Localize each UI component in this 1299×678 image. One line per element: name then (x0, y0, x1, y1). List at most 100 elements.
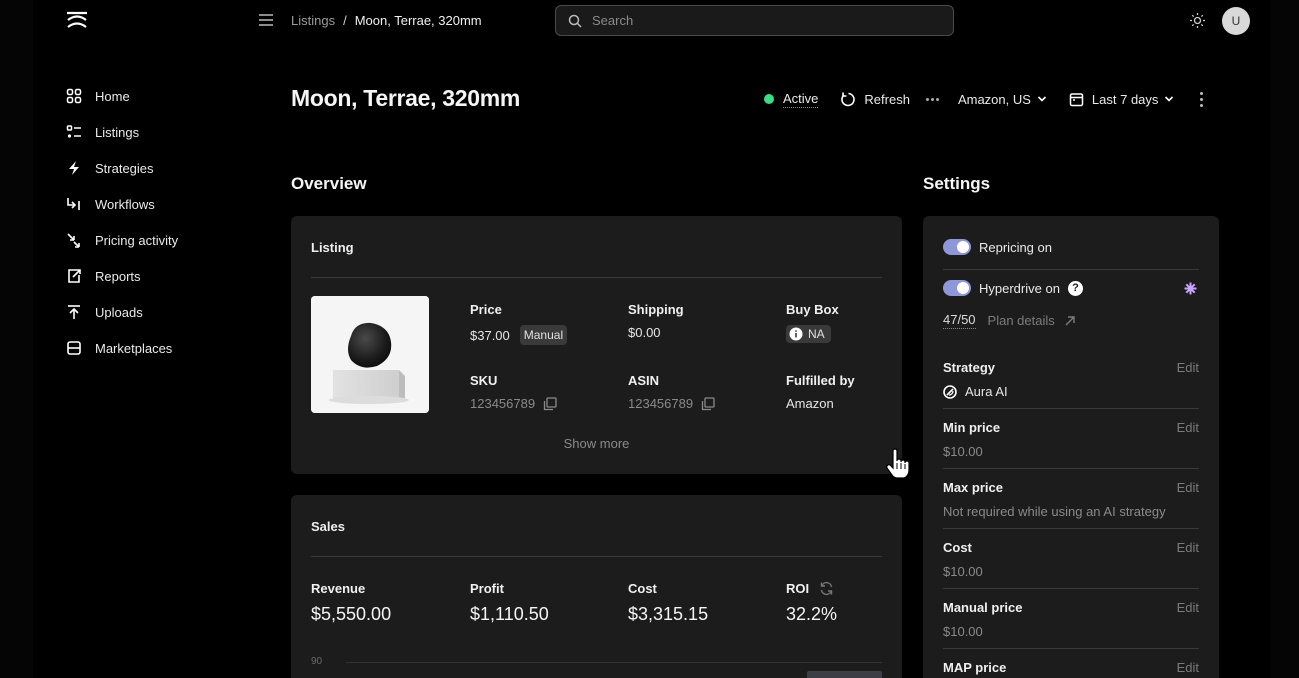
status-badge[interactable]: Active (764, 90, 819, 108)
strategy-setting: Strategy Aura AI Edit (943, 360, 1199, 399)
list-icon (66, 125, 81, 138)
date-range-label: Last 7 days (1091, 91, 1159, 107)
hyperdrive-label: Hyperdrive on (979, 280, 1060, 296)
chevron-down-icon (1037, 96, 1046, 102)
ai-strategy-icon (943, 384, 957, 399)
edit-min-price-button[interactable]: Edit (1177, 420, 1199, 435)
right-gutter (1270, 0, 1299, 678)
date-range-select[interactable]: Last 7 days (1069, 92, 1175, 107)
info-icon (789, 327, 803, 341)
settings-card: Repricing on Hyperdrive on ? 47/50 Plan … (923, 216, 1219, 678)
help-icon[interactable]: ? (1067, 280, 1083, 296)
buybox-field: Buy Box NA (786, 302, 839, 343)
repricing-toggle[interactable] (943, 239, 971, 255)
price-field: Price $37.00 Manual (470, 302, 568, 345)
edit-map-price-button[interactable]: Edit (1177, 660, 1199, 675)
listing-card: Listing Price $37.00 Manual Shipping $0.… (291, 216, 902, 474)
breadcrumb-current: Moon, Terrae, 320mm (354, 13, 482, 28)
profit-metric: Profit $1,110.50 (470, 581, 549, 625)
header-actions: Active Refresh Amazon, US Last 7 days (764, 88, 1204, 110)
cost-metric: Cost $3,315.15 (628, 581, 708, 625)
sidebar-item-label: Pricing activity (95, 232, 179, 248)
breadcrumb: Listings / Moon, Terrae, 320mm (291, 13, 482, 28)
min-price-value: $10.00 (943, 444, 983, 459)
workflow-icon (67, 198, 80, 210)
logo-icon[interactable] (66, 10, 88, 32)
edit-manual-price-button[interactable]: Edit (1177, 600, 1199, 615)
plan-usage-count: 47/50 (943, 312, 976, 329)
upload-icon (68, 305, 80, 319)
sidebar-item-label: Uploads (95, 304, 143, 320)
strategy-label: Strategy (943, 360, 996, 375)
sidebar-item-listings[interactable]: Listings (66, 114, 246, 150)
more-vertical-icon[interactable] (1200, 91, 1204, 107)
sidebar-item-uploads[interactable]: Uploads (66, 294, 246, 330)
copy-icon[interactable] (543, 396, 557, 411)
pricing-activity-icon (67, 233, 80, 248)
marketplace-label: Amazon, US (957, 91, 1031, 107)
menu-icon[interactable] (258, 13, 274, 27)
product-image (311, 296, 429, 413)
buybox-label: Buy Box (786, 302, 839, 317)
chart-gridline (346, 662, 882, 663)
sidebar-item-marketplaces[interactable]: Marketplaces (66, 330, 246, 366)
max-price-setting: Max price Not required while using an AI… (943, 480, 1199, 519)
marketplace-select[interactable]: Amazon, US (958, 92, 1047, 107)
fulfilled-field: Fulfilled by Amazon (786, 373, 855, 411)
card-divider (311, 556, 882, 557)
max-price-label: Max price (943, 480, 1003, 495)
fulfilled-label: Fulfilled by (786, 373, 855, 388)
more-horizontal-icon[interactable] (925, 97, 942, 101)
sidebar-item-workflows[interactable]: Workflows (66, 186, 246, 222)
sidebar-item-label: Workflows (95, 196, 155, 212)
settings-divider (943, 588, 1199, 589)
show-more-button[interactable]: Show more (291, 436, 902, 451)
breadcrumb-separator: / (343, 13, 347, 28)
listing-card-title: Listing (311, 240, 354, 255)
refresh-icon (841, 92, 856, 106)
sku-field: SKU 123456789 (470, 373, 557, 411)
sales-card: Sales Revenue $5,550.00 Profit $1,110.50… (291, 495, 902, 678)
buybox-value: NA (808, 327, 825, 341)
max-price-value: Not required while using an AI strategy (943, 504, 1166, 519)
refresh-button[interactable]: Refresh (841, 92, 910, 107)
revenue-value: $5,550.00 (311, 604, 392, 624)
sidebar-item-label: Home (95, 88, 130, 104)
manual-badge: Manual (519, 325, 568, 345)
report-icon (68, 269, 81, 283)
avatar[interactable]: U (1222, 7, 1250, 35)
edit-strategy-button[interactable]: Edit (1177, 360, 1199, 375)
sidebar-item-strategies[interactable]: Strategies (66, 150, 246, 186)
arrow-up-right-icon[interactable] (1064, 315, 1076, 327)
sidebar-item-label: Marketplaces (95, 340, 173, 356)
search-box[interactable] (555, 5, 954, 36)
search-input[interactable] (592, 13, 922, 28)
shipping-field: Shipping $0.00 (628, 302, 684, 340)
profit-label: Profit (470, 581, 504, 596)
breadcrumb-listings-link[interactable]: Listings (291, 13, 335, 28)
edit-cost-button[interactable]: Edit (1177, 540, 1199, 555)
left-gutter (0, 0, 33, 678)
bolt-icon (69, 161, 79, 175)
min-price-label: Min price (943, 420, 1001, 435)
repricing-toggle-row: Repricing on (943, 239, 1052, 255)
copy-icon[interactable] (701, 396, 715, 411)
edit-max-price-button[interactable]: Edit (1177, 480, 1199, 495)
status-label: Active (783, 90, 819, 108)
roi-label: ROI (786, 581, 810, 596)
asin-label: ASIN (628, 373, 660, 388)
sku-value: 123456789 (470, 396, 536, 411)
chart-tick-label: 90 (311, 656, 323, 667)
plan-details-link[interactable]: Plan details (988, 313, 1055, 328)
hyperdrive-toggle[interactable] (943, 280, 971, 296)
sync-icon[interactable] (819, 581, 834, 596)
sidebar-item-reports[interactable]: Reports (66, 258, 246, 294)
price-value: $37.00 (470, 327, 510, 343)
plan-usage: 47/50 Plan details (943, 312, 1076, 329)
cost-setting: Cost $10.00 Edit (943, 540, 1199, 579)
sidebar-item-pricing-activity[interactable]: Pricing activity (66, 222, 246, 258)
store-icon (67, 341, 81, 355)
sidebar-item-home[interactable]: Home (66, 78, 246, 114)
sun-icon[interactable] (1189, 12, 1206, 29)
grid-icon (66, 88, 82, 104)
